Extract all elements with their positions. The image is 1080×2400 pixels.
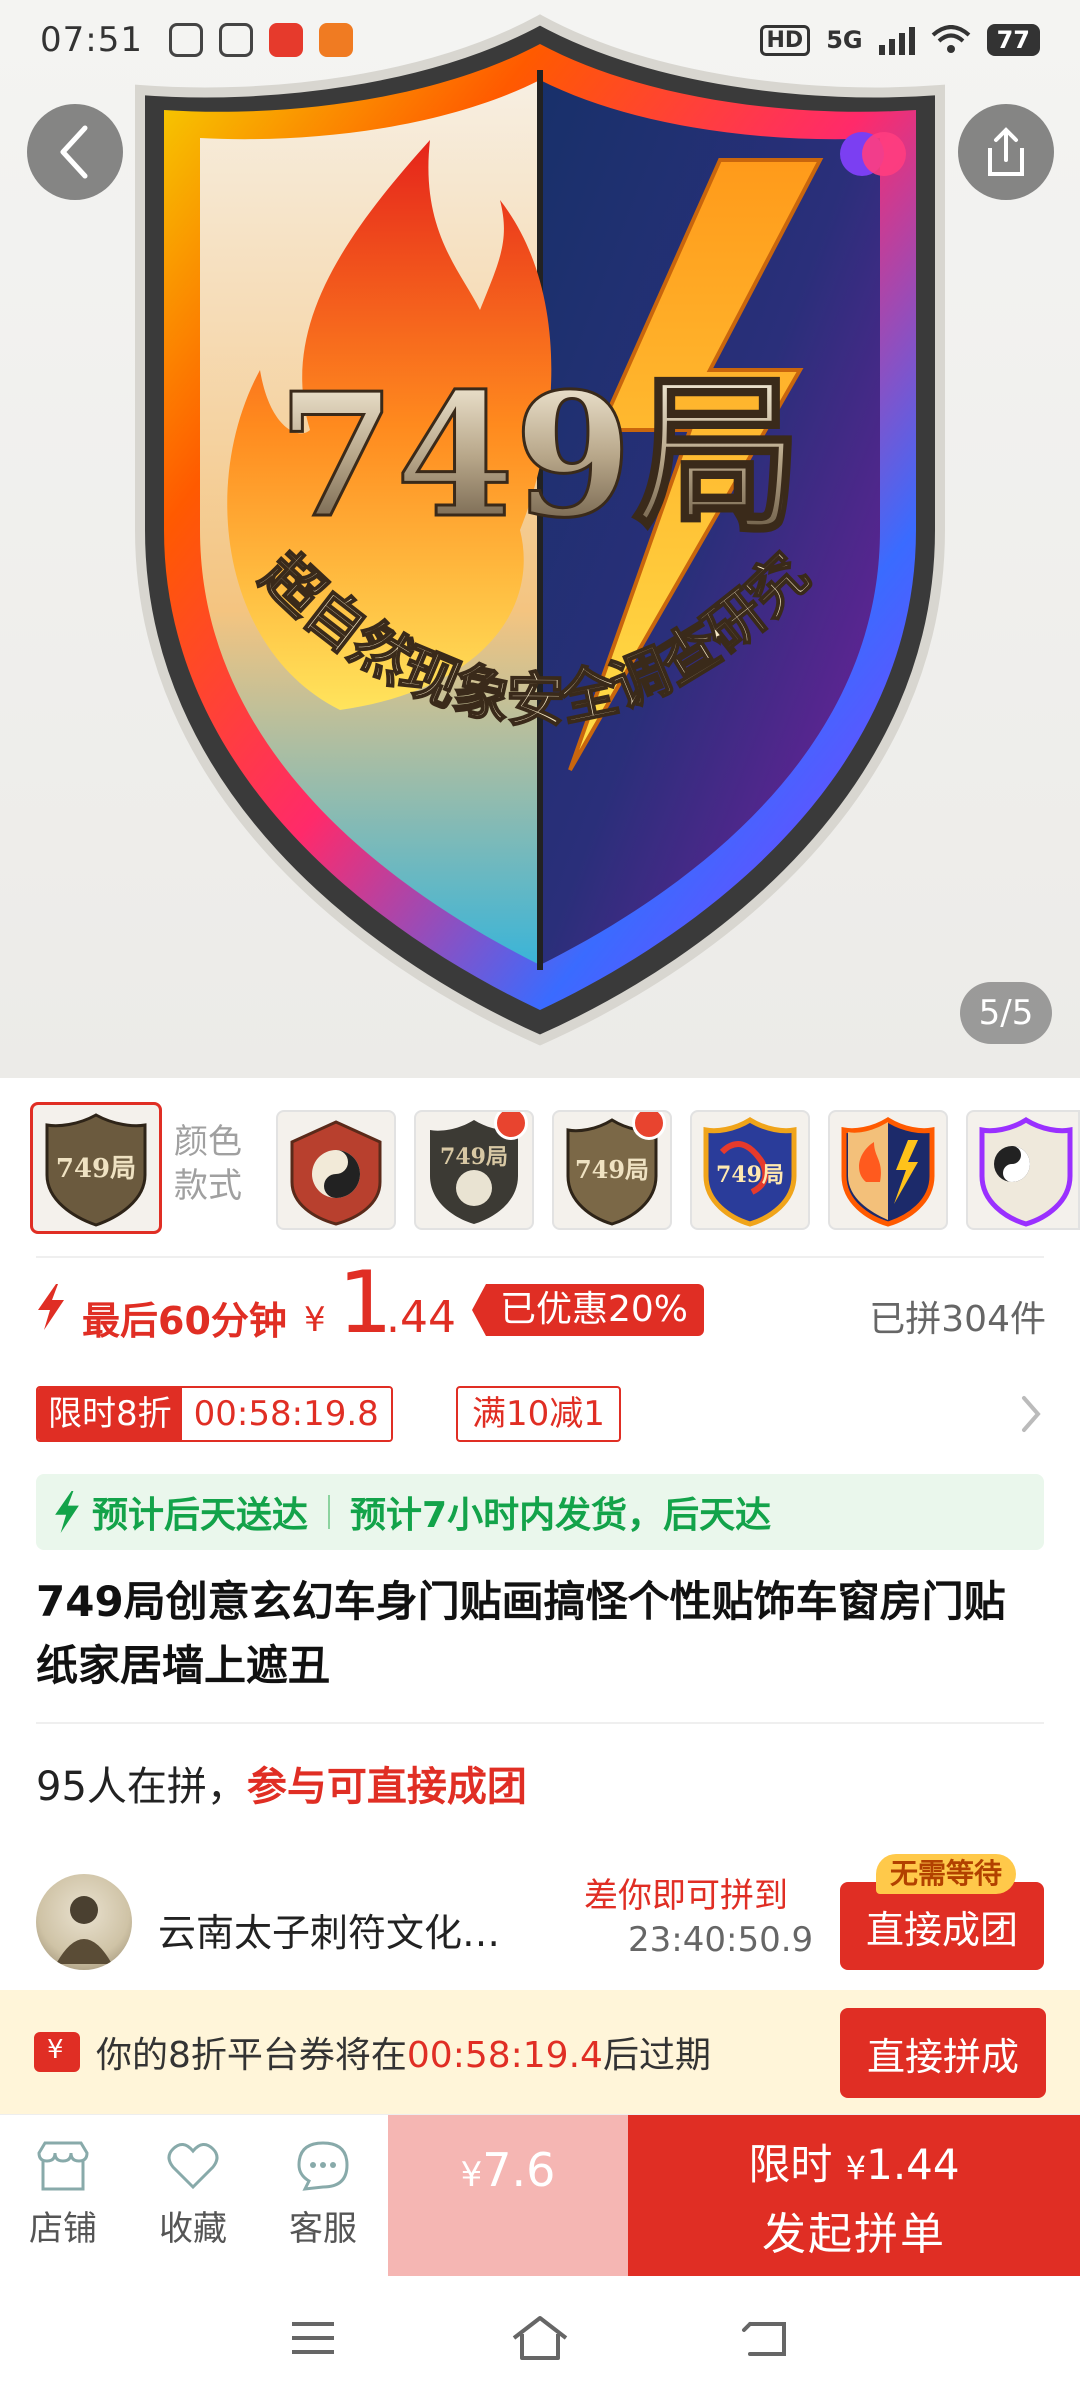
variant-thumbnail[interactable]: 749局: [552, 1110, 672, 1230]
delivery-info: 预计后天送达 预计7小时内发货，后天达: [36, 1474, 1044, 1550]
delivery-separator: [328, 1495, 331, 1529]
share-button[interactable]: [958, 104, 1054, 200]
wifi-icon: [931, 25, 970, 53]
group-buy-label: 发起拼单: [762, 2208, 946, 2260]
app-notification-icon: [268, 23, 303, 57]
coupon-icon: [34, 2032, 80, 2072]
status-time: 07:51: [40, 20, 143, 60]
signal-icon: [878, 27, 915, 55]
status-bar: 07:51 HD 5G 77: [0, 0, 1080, 80]
variant-thumbnail[interactable]: 749局: [414, 1110, 534, 1230]
brand-logo-icon: [840, 132, 906, 176]
variant-label: 颜色 款式: [174, 1122, 242, 1206]
svg-text:749局: 749局: [56, 1154, 136, 1184]
favorite-label: 收藏: [159, 2209, 227, 2249]
variant-thumbnail[interactable]: [828, 1110, 948, 1230]
discount-badge: 已优惠20%: [472, 1284, 705, 1336]
join-group-button[interactable]: 直接成团: [840, 1882, 1044, 1970]
store-icon: [37, 2141, 89, 2191]
status-indicators: HD 5G 77: [759, 24, 1040, 56]
group-member-name: 云南太子刺符文化…: [158, 1911, 501, 1955]
chat-icon: [297, 2141, 349, 2191]
limited-time-discount-tag: 限时8折 00:58:19.8: [36, 1386, 393, 1442]
coupon-expiry-text: 你的8折平台券将在00:58:19.4后过期: [96, 2035, 711, 2076]
divider: [36, 1256, 1044, 1258]
chevron-left-icon: [60, 125, 88, 179]
customer-service-button[interactable]: 客服: [268, 2139, 378, 2250]
favorite-button[interactable]: 收藏: [138, 2139, 248, 2250]
flash-sale-countdown-label: 最后60分钟: [82, 1299, 287, 1343]
avatar: [36, 1874, 132, 1970]
single-buy-price: ¥7.6: [460, 2143, 556, 2197]
share-icon: [988, 127, 1024, 176]
chevron-right-icon[interactable]: [1016, 1392, 1046, 1436]
back-nav-button[interactable]: [737, 2313, 797, 2363]
shield-headline: 749局: [278, 356, 803, 556]
group-buy-highlight: 参与可直接成团: [246, 1764, 527, 1810]
start-group-buy-button[interactable]: 限时 ¥1.44 发起拼单: [628, 2115, 1080, 2277]
product-title: 749局创意玄幻车身门贴画搞怪个性贴饰车窗房门贴纸家居墙上遮丑: [36, 1577, 1006, 1690]
variant-thumbnail[interactable]: 749局: [690, 1110, 810, 1230]
menu-nav-button[interactable]: [283, 2313, 343, 2363]
yinyang-shield-thumbnail-icon: [979, 1117, 1073, 1227]
network-label: 5G: [826, 26, 863, 54]
product-image-carousel[interactable]: 07:51 HD 5G 77 749局 超自然现象安全调查研究 5/5: [0, 0, 1080, 1078]
image-page-counter: 5/5: [960, 982, 1052, 1044]
coupon-tag: 满10减1: [456, 1386, 621, 1442]
svg-text:749局: 749局: [716, 1162, 784, 1188]
group-buy-price: 限时 ¥1.44: [748, 2139, 960, 2189]
flame-bolt-thumbnail-icon: [841, 1117, 935, 1227]
wechat-icon: [218, 23, 253, 57]
battery-icon: 77: [986, 24, 1040, 56]
system-navigation-bar: [0, 2276, 1080, 2400]
svg-text:749局: 749局: [440, 1144, 508, 1170]
back-button[interactable]: [27, 104, 123, 200]
status-notification-icons: [168, 23, 353, 57]
delivery-estimate: 预计后天送达: [92, 1495, 309, 1536]
group-buy-count: 95人在拼，: [36, 1764, 247, 1810]
divider: [36, 1722, 1044, 1724]
app-notification-icon: [318, 23, 353, 57]
coupon-expiry-timer: 00:58:19.4: [406, 2035, 603, 2076]
variant-thumbnail-selected[interactable]: 749局: [30, 1102, 162, 1234]
bagua-thumbnail-icon: [290, 1120, 382, 1226]
lightning-icon: [55, 1491, 79, 1533]
limited-time-timer: 00:58:19.8: [181, 1388, 391, 1440]
svg-text:749局: 749局: [575, 1155, 649, 1184]
single-buy-button[interactable]: ¥7.6: [388, 2115, 628, 2277]
coupon-expiry-bar: 你的8折平台券将在00:58:19.4后过期 直接拼成: [0, 1990, 1080, 2114]
menu-icon: [292, 2322, 335, 2354]
price-section: 最后60分钟 ¥ 1 .44 已优惠20% 已拼304件: [36, 1258, 1046, 1352]
instant-group-button[interactable]: 直接拼成: [840, 2008, 1046, 2098]
hd-icon: HD: [759, 24, 811, 56]
variant-thumbnail[interactable]: [966, 1110, 1080, 1230]
variant-thumbnail-row: 749局 颜色 款式 749局 749局 749局: [0, 1102, 1080, 1236]
group-buy-header: 95人在拼，参与可直接成团: [36, 1754, 527, 1812]
shipping-estimate: 预计7小时内发货，后天达: [350, 1495, 772, 1536]
group-buy-item: 云南太子刺符文化… 差你即可拼到 23:40:50.9 直接成团 无需等待: [36, 1854, 1046, 1976]
variant-thumbnail[interactable]: [276, 1110, 396, 1230]
home-icon: [512, 2316, 568, 2360]
promo-row[interactable]: 限时8折 00:58:19.8 满10减1: [36, 1386, 1046, 1444]
heart-icon: [167, 2143, 219, 2190]
back-icon: [741, 2322, 786, 2356]
group-gap-timer: 23:40:50.9: [628, 1920, 814, 1960]
sold-count: 已拼304件: [869, 1299, 1046, 1340]
group-gap-label: 差你即可拼到: [584, 1876, 788, 1916]
store-button[interactable]: 店铺: [8, 2139, 118, 2250]
no-wait-badge: 无需等待: [876, 1854, 1017, 1894]
app-notification-icon: [168, 23, 203, 57]
limited-time-label: 限时8折: [38, 1388, 182, 1440]
store-label: 店铺: [29, 2209, 97, 2249]
shield-thumbnail-icon: 749局: [45, 1113, 147, 1227]
price-integer: 1: [338, 1253, 393, 1353]
bottom-action-bar: 店铺 收藏 客服 ¥7.6 限时 ¥1.44 发起拼单: [0, 2114, 1080, 2277]
price-currency: ¥: [304, 1300, 326, 1340]
dragon-shield-thumbnail-icon: 749局: [703, 1117, 797, 1227]
lightning-icon: [38, 1284, 64, 1330]
price-decimal: .44: [386, 1292, 456, 1343]
home-nav-button[interactable]: [510, 2313, 570, 2363]
customer-service-label: 客服: [289, 2209, 357, 2249]
